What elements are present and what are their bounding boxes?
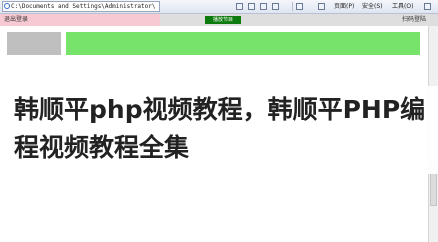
help-icon bbox=[424, 3, 431, 10]
toolbar-separator bbox=[292, 2, 293, 11]
research-icon bbox=[318, 3, 325, 10]
home-icon bbox=[236, 3, 243, 10]
feeds-button[interactable] bbox=[248, 1, 255, 12]
page-menu[interactable]: 页面(P) bbox=[334, 1, 354, 12]
tools-extra-button[interactable] bbox=[296, 1, 303, 12]
research-button[interactable] bbox=[318, 1, 325, 12]
article-title: 韩顺平php视频教程，韩顺平PHP编程视频教程全集 bbox=[14, 95, 426, 162]
print-button[interactable] bbox=[272, 1, 279, 12]
play-button[interactable]: 播放节目 bbox=[205, 16, 241, 24]
tools-menu[interactable]: 工具(O) bbox=[392, 1, 413, 12]
address-text: C:\Documents and Settings\Administrator\ bbox=[11, 3, 156, 10]
tools-extra-icon bbox=[296, 3, 303, 10]
qr-login-link[interactable]: 扫码登陆 bbox=[402, 15, 426, 25]
green-banner bbox=[66, 32, 420, 55]
safety-menu[interactable]: 安全(S) bbox=[362, 1, 383, 12]
ie-page-icon bbox=[4, 3, 10, 9]
help-button[interactable] bbox=[424, 1, 431, 12]
page-top-strip: 退出登录 播放节目 扫码登陆 bbox=[0, 14, 438, 26]
gray-panel bbox=[7, 32, 61, 55]
address-bar[interactable]: C:\Documents and Settings\Administrator\ bbox=[2, 1, 160, 12]
browser-toolbar: C:\Documents and Settings\Administrator\… bbox=[0, 0, 438, 14]
home-button[interactable] bbox=[236, 1, 243, 12]
mail-button[interactable] bbox=[260, 1, 267, 12]
logout-link[interactable]: 退出登录 bbox=[4, 15, 28, 25]
feeds-icon bbox=[248, 3, 255, 10]
print-icon bbox=[272, 3, 279, 10]
mail-icon bbox=[260, 3, 267, 10]
